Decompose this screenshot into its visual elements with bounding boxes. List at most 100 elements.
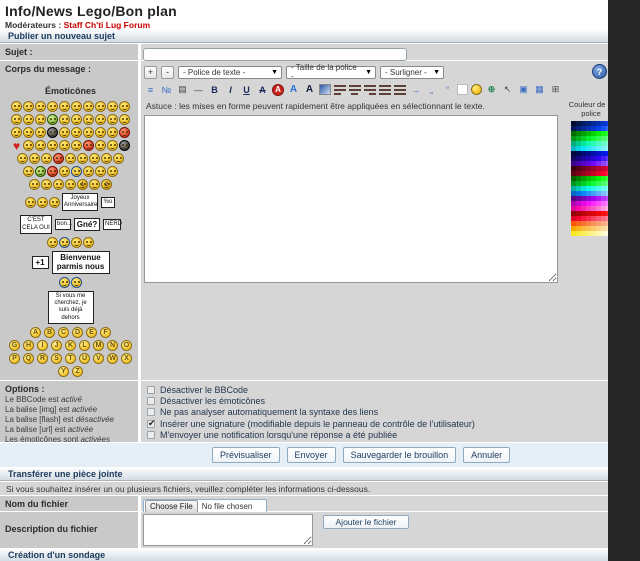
table-icon[interactable]: ⊞ (549, 83, 562, 96)
emoticon[interactable] (47, 166, 58, 177)
emoticon[interactable] (77, 153, 88, 164)
emoticon[interactable] (71, 114, 82, 125)
emoticon[interactable] (89, 179, 100, 190)
emoticon-letter[interactable]: V (93, 353, 104, 364)
emoticon[interactable] (65, 179, 76, 190)
emoticon[interactable] (113, 153, 124, 164)
checkbox[interactable] (147, 420, 155, 428)
emoticon[interactable] (37, 197, 48, 208)
help-icon[interactable]: ? (592, 64, 607, 79)
media-icon[interactable]: ▣ (517, 83, 530, 96)
blank-icon[interactable] (457, 84, 468, 95)
horizontal-rule-icon[interactable]: — (192, 83, 205, 96)
emoticon[interactable] (107, 166, 118, 177)
add-file-button[interactable]: Ajouter le fichier (323, 515, 409, 529)
quote-page-icon[interactable]: ▤ (176, 83, 189, 96)
emoticon-letter[interactable]: L (79, 340, 90, 351)
emoticon[interactable] (41, 153, 52, 164)
emoticon[interactable] (47, 114, 58, 125)
emoticon[interactable] (49, 197, 60, 208)
emoticon[interactable] (35, 114, 46, 125)
emoticon-letter[interactable]: W (107, 353, 118, 364)
emoticon[interactable]: 2 (101, 179, 112, 190)
emoticon[interactable] (107, 140, 118, 151)
font-size-select[interactable]: - Taille de la police - ▼ (286, 66, 376, 79)
emoticon-letter[interactable]: Z (72, 366, 83, 377)
emoticon-sign[interactable]: Bienvenue parmis nous (52, 251, 110, 274)
emoticon[interactable] (59, 237, 70, 248)
emoticon[interactable] (71, 127, 82, 138)
emoticon[interactable] (83, 101, 94, 112)
emoticon[interactable] (107, 114, 118, 125)
checkbox[interactable] (147, 408, 155, 416)
emoticon-letter[interactable]: R (37, 353, 48, 364)
emoticon-letter[interactable]: B (44, 327, 55, 338)
emoticon[interactable] (83, 114, 94, 125)
emoticon[interactable] (101, 153, 112, 164)
emoticon[interactable] (65, 153, 76, 164)
emoticon[interactable] (47, 101, 58, 112)
emoticon[interactable] (11, 101, 22, 112)
emoticon[interactable] (53, 179, 64, 190)
emoticon[interactable] (35, 166, 46, 177)
emoticon-letter[interactable]: U (79, 353, 90, 364)
numbered-list-icon[interactable]: № (160, 83, 173, 96)
emoticon[interactable] (71, 166, 82, 177)
preview-button[interactable]: Prévisualiser (212, 447, 280, 463)
emoticon[interactable] (71, 101, 82, 112)
emoticon[interactable] (59, 166, 70, 177)
emoticon-sign[interactable]: NERD (103, 219, 121, 230)
emoticon-sign[interactable]: Si vous me cherchez, je suis déjà dehors (48, 291, 94, 324)
align-center-icon[interactable] (349, 85, 361, 95)
emoticon-letter[interactable]: Q (23, 353, 34, 364)
emoticon-letter[interactable]: H (23, 340, 34, 351)
emoticon[interactable] (83, 127, 94, 138)
link-globe-icon[interactable]: ⊕ (485, 83, 498, 96)
emoticon[interactable] (89, 153, 100, 164)
emoticon[interactable] (23, 114, 34, 125)
italic-icon[interactable]: I (224, 83, 237, 96)
emoticon[interactable] (59, 140, 70, 151)
quote-open-icon[interactable]: „ (425, 83, 438, 96)
indent-icon[interactable]: → (409, 83, 422, 96)
emoticon-letter[interactable]: P (9, 353, 20, 364)
strike-icon[interactable]: A (256, 83, 269, 96)
emoticon[interactable]: 1 (77, 179, 88, 190)
emoticon-letter[interactable]: X (121, 353, 132, 364)
emoticon-sign[interactable]: bon... (55, 219, 71, 230)
emoticon[interactable] (23, 101, 34, 112)
emoticon-sign[interactable]: +1 (32, 256, 49, 270)
emoticon-letter[interactable]: N (107, 340, 118, 351)
submit-button[interactable]: Envoyer (287, 447, 336, 463)
emoticon-letter[interactable]: S (51, 353, 62, 364)
align-justify-icon[interactable] (379, 85, 391, 95)
emoticon[interactable] (59, 114, 70, 125)
emoticon[interactable] (119, 140, 130, 151)
cancel-button[interactable]: Annuler (463, 447, 510, 463)
font-family-select[interactable]: - Police de texte - ▼ (178, 66, 282, 79)
save-draft-button[interactable]: Sauvegarder le brouillon (343, 447, 457, 463)
emoticon[interactable] (35, 140, 46, 151)
emoticon[interactable] (119, 101, 130, 112)
emoticon-letter[interactable]: E (86, 327, 97, 338)
file-description-textarea[interactable] (143, 514, 313, 546)
checkbox[interactable] (147, 431, 155, 439)
emoticon[interactable] (83, 140, 94, 151)
bold-icon[interactable]: B (208, 83, 221, 96)
checkbox[interactable] (147, 397, 155, 405)
emoticon[interactable] (25, 197, 36, 208)
emoticon[interactable] (59, 101, 70, 112)
emoticon-letter[interactable]: M (93, 340, 104, 351)
align-right-icon[interactable] (364, 85, 376, 95)
cursor-icon[interactable]: ↖ (501, 83, 514, 96)
emoticon[interactable] (41, 179, 52, 190)
font-decrease-button[interactable]: - (161, 66, 174, 79)
emoticon[interactable] (119, 114, 130, 125)
emoticon-letter[interactable]: F (100, 327, 111, 338)
emoticon-sign[interactable]: %o (101, 197, 115, 208)
emoticon[interactable] (71, 277, 82, 288)
emoticon[interactable] (23, 140, 34, 151)
emoticon-letter[interactable]: Y (58, 366, 69, 377)
emoticon[interactable]: ♥ (11, 140, 22, 151)
emoticon-letter[interactable]: J (51, 340, 62, 351)
